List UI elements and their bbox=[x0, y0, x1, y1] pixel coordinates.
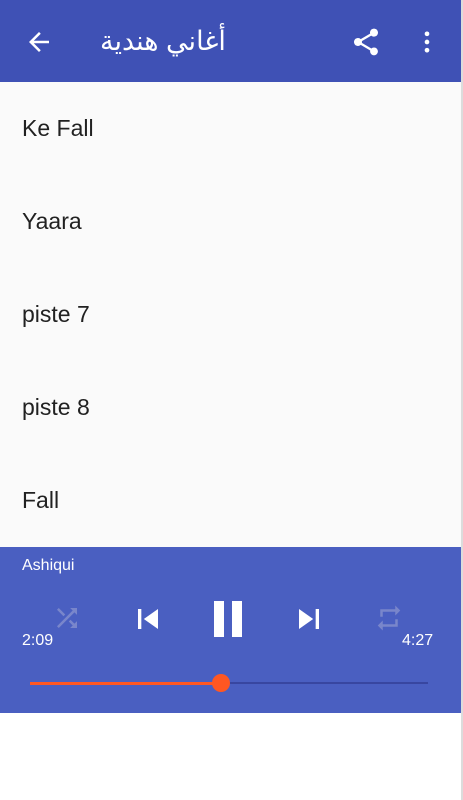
share-icon[interactable] bbox=[350, 26, 382, 58]
song-item[interactable]: piste 7 bbox=[0, 268, 461, 361]
arrow-back-icon[interactable] bbox=[24, 27, 54, 57]
current-song-title: Ashiqui bbox=[22, 557, 75, 574]
now-playing-panel: Ashiqui 2:09 4:27 bbox=[0, 547, 461, 713]
song-item[interactable]: Ke Fall bbox=[0, 82, 461, 175]
more-vert-icon[interactable] bbox=[413, 26, 441, 58]
repeat-icon[interactable] bbox=[374, 603, 404, 633]
skip-previous-icon[interactable] bbox=[128, 599, 168, 639]
empty-area bbox=[0, 713, 461, 800]
shuffle-icon[interactable] bbox=[52, 603, 82, 633]
seek-progress bbox=[30, 682, 222, 685]
elapsed-time: 2:09 bbox=[22, 632, 54, 649]
app-bar: أغاني هندية bbox=[0, 0, 461, 82]
total-duration: 4:27 bbox=[402, 632, 434, 649]
seek-bar[interactable] bbox=[30, 674, 428, 692]
page-title: أغاني هندية bbox=[100, 26, 226, 56]
pause-icon[interactable] bbox=[204, 595, 252, 643]
song-list: Ke Fall Yaara piste 7 piste 8 Fall bbox=[0, 82, 461, 547]
seek-thumb[interactable] bbox=[212, 674, 231, 692]
skip-next-icon[interactable] bbox=[289, 599, 329, 639]
song-item[interactable]: Fall bbox=[0, 454, 461, 547]
song-item[interactable]: piste 8 bbox=[0, 361, 461, 454]
song-item[interactable]: Yaara bbox=[0, 175, 461, 268]
